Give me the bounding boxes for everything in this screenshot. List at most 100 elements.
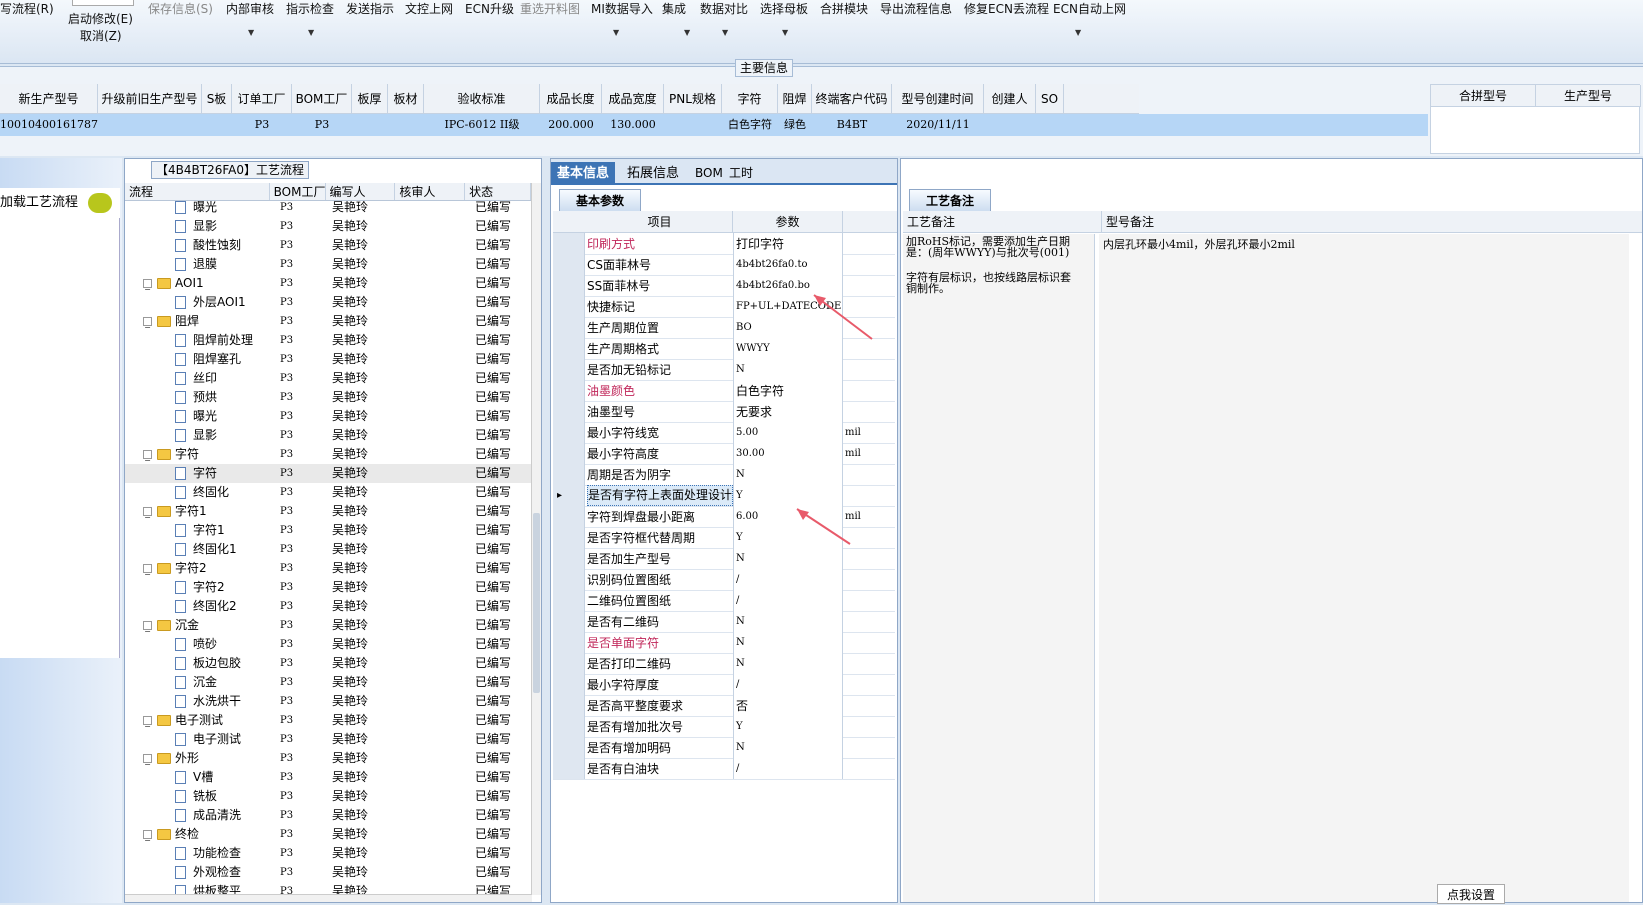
param-value-cell[interactable] [733, 527, 843, 548]
toolbar-button-3[interactable]: 内部审核 ▼ [226, 0, 274, 37]
param-row[interactable]: 是否加生产型号 N [553, 548, 895, 570]
param-row[interactable]: 快捷标记 FP+UL+DATECODE [553, 296, 895, 318]
flow-row[interactable]: 字符1 P3 吴艳玲 已编写 [125, 521, 532, 540]
flow-scroll-thumb[interactable] [533, 513, 540, 693]
flow-row[interactable]: 字符2 P3 吴艳玲 已编写 [125, 578, 532, 597]
param-value-cell[interactable] [733, 716, 843, 737]
param-row[interactable]: CS面菲林号 4b4bt26fa0.to [553, 254, 895, 276]
toolbar-button-2[interactable]: 保存信息(S) [148, 0, 213, 17]
param-value-cell[interactable] [733, 548, 843, 569]
collapse-icon[interactable]: − [143, 279, 152, 294]
flow-row[interactable]: 终固化1 P3 吴艳玲 已编写 [125, 540, 532, 559]
toolbar-button-10[interactable]: 集成 ▼ [662, 0, 690, 37]
toolbar-button-6[interactable]: 文控上网 [405, 0, 453, 17]
collapse-icon[interactable]: − [143, 317, 152, 332]
flow-row[interactable]: − AOI1 P3 吴艳玲 已编写 [125, 274, 532, 294]
toolbar-button-7[interactable]: ECN升级 [465, 0, 514, 17]
toolbar-button-9[interactable]: MI数据导入 ▼ [591, 0, 653, 37]
flow-row[interactable]: 退膜 P3 吴艳玲 已编写 [125, 255, 532, 274]
flow-scrollbar[interactable] [531, 183, 541, 895]
collapse-icon[interactable]: − [143, 507, 152, 522]
param-row[interactable]: 是否有增加批次号 Y [553, 716, 895, 738]
flow-row[interactable]: 酸性蚀刻 P3 吴艳玲 已编写 [125, 236, 532, 255]
param-value-cell[interactable] [733, 590, 843, 611]
flow-row[interactable]: 电子测试 P3 吴艳玲 已编写 [125, 730, 532, 749]
toolbar-button-1[interactable]: 启动修改(E) 取消(Z) [68, 0, 133, 44]
flow-row[interactable]: − 字符2 P3 吴艳玲 已编写 [125, 559, 532, 579]
tab-3[interactable]: 工时 [723, 162, 759, 185]
toolbar-button-8[interactable]: 重选开料图 [520, 0, 580, 17]
process-note-textarea[interactable]: 加RoHS标记，需要添加生产日期是：(周年WWYY)与批次号(001) 字符有层… [903, 234, 1095, 902]
settings-button[interactable]: 点我设置 [1437, 884, 1505, 904]
flow-row[interactable]: V槽 P3 吴艳玲 已编写 [125, 768, 532, 787]
collapse-icon[interactable]: − [143, 621, 152, 636]
flow-row[interactable]: − 外形 P3 吴艳玲 已编写 [125, 749, 532, 769]
param-value-cell[interactable] [733, 737, 843, 758]
model-note-textarea[interactable]: 内层孔环最小4mil，外层孔环最小2mil [1099, 234, 1629, 902]
param-value-cell[interactable] [733, 632, 843, 653]
collapse-icon[interactable]: − [143, 564, 152, 579]
flow-row[interactable]: − 终检 P3 吴艳玲 已编写 [125, 825, 532, 845]
tab-basic-params[interactable]: 基本参数 [559, 189, 642, 211]
param-row[interactable]: 最小字符线宽 5.00 mil [553, 422, 895, 444]
param-value-cell[interactable] [733, 653, 843, 674]
param-row[interactable]: 是否有二维码 N [553, 611, 895, 633]
load-flow-button[interactable]: 加载工艺流程 [0, 188, 120, 218]
flow-row[interactable]: 板边包胶 P3 吴艳玲 已编写 [125, 654, 532, 673]
flow-row[interactable]: 成品清洗 P3 吴艳玲 已编写 [125, 806, 532, 825]
toolbar-button-12[interactable]: 选择母板 ▼ [760, 0, 808, 37]
flow-row[interactable]: 铣板 P3 吴艳玲 已编写 [125, 787, 532, 806]
param-row[interactable]: ▸ 是否有字符上表面处理设计 Y [553, 485, 895, 507]
toolbar-button-4[interactable]: 指示检查 ▼ [286, 0, 334, 37]
flow-row[interactable]: 阻焊塞孔 P3 吴艳玲 已编写 [125, 350, 532, 369]
flow-row[interactable]: 外层AOI1 P3 吴艳玲 已编写 [125, 293, 532, 312]
flow-row[interactable]: 功能检查 P3 吴艳玲 已编写 [125, 844, 532, 863]
flow-row[interactable]: 显影 P3 吴艳玲 已编写 [125, 426, 532, 445]
flow-row[interactable]: − 沉金 P3 吴艳玲 已编写 [125, 616, 532, 636]
tab-1[interactable]: 拓展信息 [621, 162, 685, 185]
param-value-cell[interactable] [733, 674, 843, 695]
param-row[interactable]: 油墨颜色 白色字符 [553, 380, 895, 402]
param-value-cell[interactable] [733, 569, 843, 590]
param-row[interactable]: 是否高平整度要求 否 [553, 695, 895, 717]
tab-process-notes[interactable]: 工艺备注 [909, 189, 992, 211]
toolbar-button-14[interactable]: 导出流程信息 [880, 0, 952, 17]
collapse-icon[interactable]: − [143, 716, 152, 731]
collapse-icon[interactable]: − [143, 754, 152, 769]
param-row[interactable]: 最小字符厚度 / [553, 674, 895, 696]
param-value-cell[interactable] [733, 359, 843, 380]
param-row[interactable]: 字符到焊盘最小距离 6.00 mil [553, 506, 895, 528]
flow-row[interactable]: 外观检查 P3 吴艳玲 已编写 [125, 863, 532, 882]
param-row[interactable]: 是否单面字符 N [553, 632, 895, 654]
toolbar-button-15[interactable]: 修复ECN丢流程 [964, 0, 1049, 17]
param-row[interactable]: 周期是否为阴字 N [553, 464, 895, 486]
collapse-icon[interactable]: − [143, 830, 152, 845]
toolbar-button-13[interactable]: 合拼模块 [820, 0, 868, 17]
param-value-cell[interactable] [733, 695, 843, 716]
flow-row[interactable]: 预烘 P3 吴艳玲 已编写 [125, 388, 532, 407]
param-row[interactable]: 是否有增加明码 N [553, 737, 895, 759]
param-row[interactable]: SS面菲林号 4b4bt26fa0.bo [553, 275, 895, 297]
param-row[interactable]: 二维码位置图纸 / [553, 590, 895, 612]
toolbar-button-5[interactable]: 发送指示 [346, 0, 394, 17]
flow-row[interactable]: 显影 P3 吴艳玲 已编写 [125, 217, 532, 236]
param-row[interactable]: 生产周期格式 WWYY [553, 338, 895, 360]
param-row[interactable]: 是否加无铅标记 N [553, 359, 895, 381]
param-value-cell[interactable] [733, 464, 843, 485]
param-row[interactable]: 识别码位置图纸 / [553, 569, 895, 591]
toolbar-button-16[interactable]: ECN自动上网 ▼ [1053, 0, 1126, 37]
flow-row[interactable]: 丝印 P3 吴艳玲 已编写 [125, 369, 532, 388]
flow-row[interactable]: 水洗烘干 P3 吴艳玲 已编写 [125, 692, 532, 711]
flow-row[interactable]: − 字符 P3 吴艳玲 已编写 [125, 445, 532, 465]
collapse-icon[interactable]: − [143, 450, 152, 465]
flow-row[interactable]: 曝光 P3 吴艳玲 已编写 [125, 201, 532, 217]
flow-row[interactable]: 终固化 P3 吴艳玲 已编写 [125, 483, 532, 502]
flow-row[interactable]: 喷砂 P3 吴艳玲 已编写 [125, 635, 532, 654]
param-value-cell[interactable] [733, 758, 843, 779]
flow-row[interactable]: − 阻焊 P3 吴艳玲 已编写 [125, 312, 532, 332]
param-row[interactable]: 最小字符高度 30.00 mil [553, 443, 895, 465]
param-row[interactable]: 是否字符框代替周期 Y [553, 527, 895, 549]
param-row[interactable]: 是否有白油块 / [553, 758, 895, 780]
flow-row[interactable]: − 字符1 P3 吴艳玲 已编写 [125, 502, 532, 522]
toolbar-button-11[interactable]: 数据对比 ▼ [700, 0, 748, 37]
